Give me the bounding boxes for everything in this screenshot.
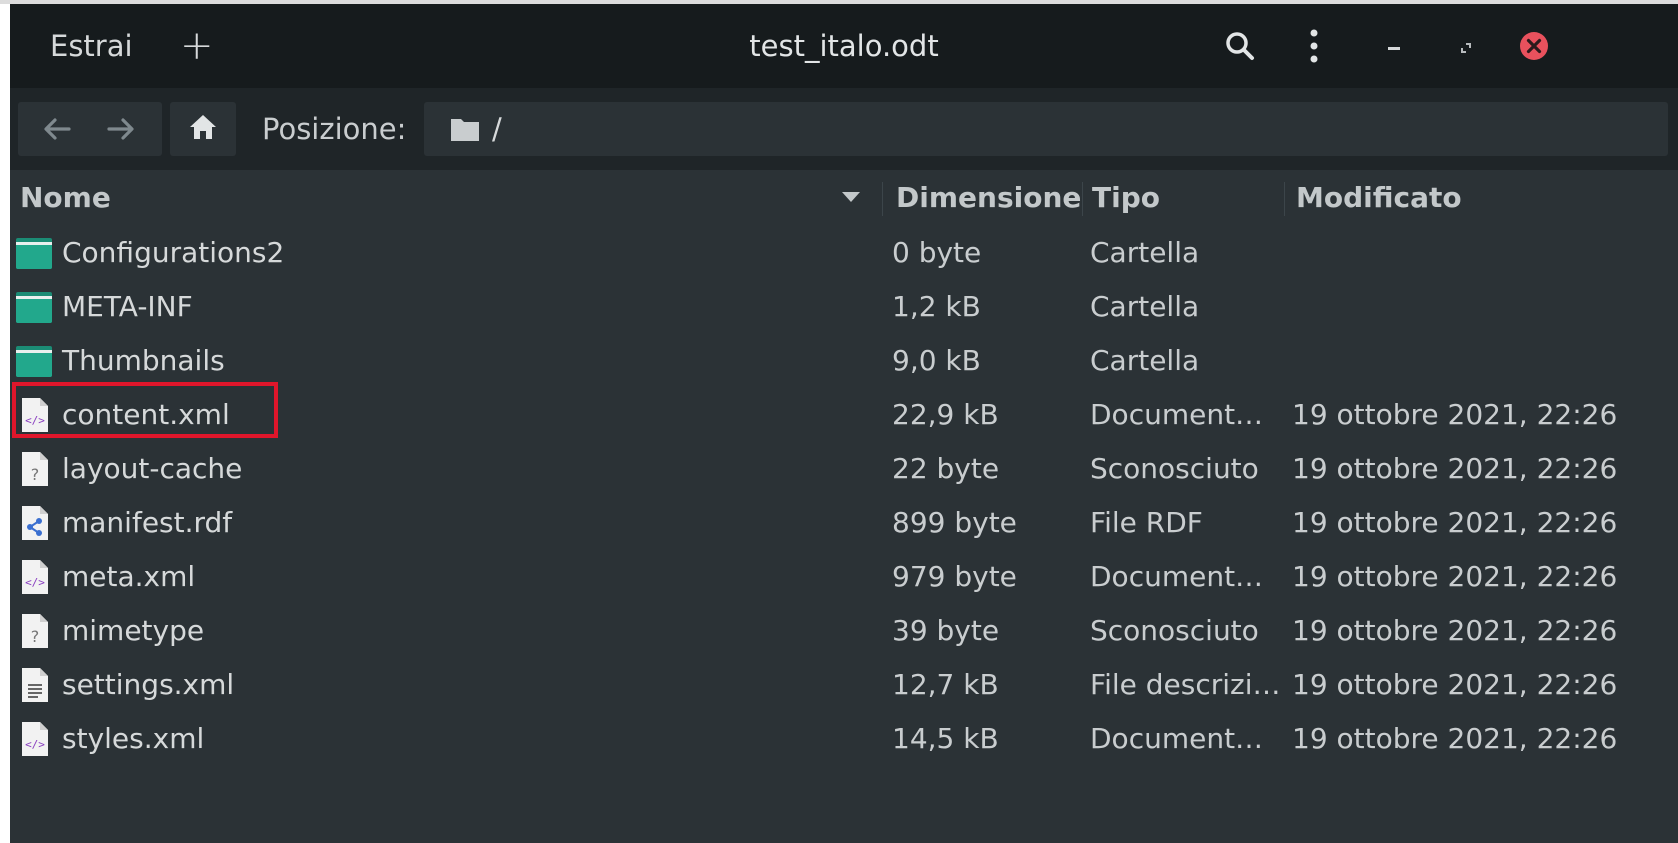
window-title: test_italo.odt bbox=[749, 29, 939, 63]
file-type: Cartella bbox=[1090, 236, 1200, 269]
file-type: Document… bbox=[1090, 560, 1264, 593]
file-row[interactable]: </> content.xml 22,9 kB Document… 19 ott… bbox=[10, 388, 1678, 442]
svg-text:?: ? bbox=[31, 465, 40, 484]
file-name: layout-cache bbox=[62, 452, 243, 485]
minimize-icon[interactable] bbox=[1376, 28, 1412, 64]
location-path: / bbox=[492, 112, 502, 146]
file-name: Configurations2 bbox=[62, 236, 285, 269]
file-name: mimetype bbox=[62, 614, 205, 647]
file-row[interactable]: </> meta.xml 979 byte Document… 19 ottob… bbox=[10, 550, 1678, 604]
location-label: Posizione: bbox=[262, 112, 407, 146]
folder-icon bbox=[14, 289, 54, 325]
svg-text:</>: </> bbox=[25, 576, 45, 589]
file-modified: 19 ottobre 2021, 22:26 bbox=[1292, 668, 1618, 701]
search-icon[interactable] bbox=[1222, 28, 1258, 64]
svg-text:</>: </> bbox=[25, 414, 45, 427]
file-size: 899 byte bbox=[892, 506, 1017, 539]
file-row[interactable]: Thumbnails 9,0 kB Cartella bbox=[10, 334, 1678, 388]
file-modified: 19 ottobre 2021, 22:26 bbox=[1292, 614, 1618, 647]
file-modified: 19 ottobre 2021, 22:26 bbox=[1292, 506, 1618, 539]
file-name: manifest.rdf bbox=[62, 506, 233, 539]
maximize-icon[interactable] bbox=[1446, 28, 1482, 64]
file-type: Document… bbox=[1090, 398, 1264, 431]
extract-button[interactable]: Estrai bbox=[50, 4, 133, 88]
file-type: File descrizi… bbox=[1090, 668, 1281, 701]
file-size: 979 byte bbox=[892, 560, 1017, 593]
file-modified: 19 ottobre 2021, 22:26 bbox=[1292, 452, 1618, 485]
file-row[interactable]: settings.xml 12,7 kB File descrizi… 19 o… bbox=[10, 658, 1678, 712]
file-size: 22 byte bbox=[892, 452, 1000, 485]
file-name: styles.xml bbox=[62, 722, 205, 755]
file-size: 12,7 kB bbox=[892, 668, 999, 701]
folder-icon bbox=[450, 116, 480, 146]
text-file-icon bbox=[14, 667, 54, 703]
file-type: Sconosciuto bbox=[1090, 452, 1259, 485]
home-icon bbox=[188, 113, 218, 145]
xml-file-icon: </> bbox=[14, 559, 54, 595]
close-icon[interactable] bbox=[1516, 28, 1552, 64]
column-divider bbox=[1284, 182, 1285, 216]
home-button[interactable] bbox=[170, 102, 236, 156]
svg-text:?: ? bbox=[31, 627, 40, 646]
file-size: 1,2 kB bbox=[892, 290, 981, 323]
location-path-field[interactable]: / bbox=[424, 102, 1668, 156]
file-name: META-INF bbox=[62, 290, 193, 323]
xml-file-icon: </> bbox=[14, 397, 54, 433]
file-row[interactable]: </> styles.xml 14,5 kB Document… 19 otto… bbox=[10, 712, 1678, 766]
file-row[interactable]: ? layout-cache 22 byte Sconosciuto 19 ot… bbox=[10, 442, 1678, 496]
header-bar: Estrai + test_italo.odt bbox=[10, 4, 1678, 88]
forward-arrow-icon[interactable] bbox=[90, 102, 152, 156]
file-list: Configurations2 0 byte Cartella META-INF… bbox=[10, 226, 1678, 766]
file-size: 9,0 kB bbox=[892, 344, 981, 377]
column-header-modified[interactable]: Modificato bbox=[1296, 170, 1462, 226]
navigation-buttons bbox=[18, 102, 162, 156]
file-name: settings.xml bbox=[62, 668, 235, 701]
xml-file-icon: </> bbox=[14, 721, 54, 757]
column-header-name[interactable]: Nome bbox=[20, 170, 111, 226]
file-modified: 19 ottobre 2021, 22:26 bbox=[1292, 722, 1618, 755]
file-name: meta.xml bbox=[62, 560, 196, 593]
file-size: 14,5 kB bbox=[892, 722, 999, 755]
add-files-button[interactable]: + bbox=[180, 4, 214, 88]
file-type: Document… bbox=[1090, 722, 1264, 755]
menu-kebab-icon[interactable] bbox=[1296, 28, 1332, 64]
sort-descending-icon[interactable] bbox=[842, 192, 860, 202]
file-name: Thumbnails bbox=[62, 344, 225, 377]
file-row[interactable]: ? mimetype 39 byte Sconosciuto 19 ottobr… bbox=[10, 604, 1678, 658]
file-size: 0 byte bbox=[892, 236, 982, 269]
folder-icon bbox=[14, 343, 54, 379]
column-divider bbox=[1082, 182, 1083, 216]
archive-manager-window: Estrai + test_italo.odt Posizione: / Nom… bbox=[10, 4, 1678, 843]
unknown-file-icon: ? bbox=[14, 613, 54, 649]
column-header-size[interactable]: Dimensione bbox=[896, 170, 1081, 226]
back-arrow-icon[interactable] bbox=[26, 102, 88, 156]
file-size: 39 byte bbox=[892, 614, 1000, 647]
unknown-file-icon: ? bbox=[14, 451, 54, 487]
file-row[interactable]: Configurations2 0 byte Cartella bbox=[10, 226, 1678, 280]
column-header-type[interactable]: Tipo bbox=[1092, 170, 1160, 226]
column-divider bbox=[882, 182, 883, 216]
file-type: Sconosciuto bbox=[1090, 614, 1259, 647]
file-type: File RDF bbox=[1090, 506, 1203, 539]
file-type: Cartella bbox=[1090, 344, 1200, 377]
file-modified: 19 ottobre 2021, 22:26 bbox=[1292, 398, 1618, 431]
rdf-file-icon bbox=[14, 505, 54, 541]
file-type: Cartella bbox=[1090, 290, 1200, 323]
folder-icon bbox=[14, 235, 54, 271]
file-row[interactable]: META-INF 1,2 kB Cartella bbox=[10, 280, 1678, 334]
location-bar: Posizione: / bbox=[10, 88, 1678, 170]
file-modified: 19 ottobre 2021, 22:26 bbox=[1292, 560, 1618, 593]
column-headers: Nome Dimensione Tipo Modificato bbox=[10, 170, 1678, 226]
file-name: content.xml bbox=[62, 398, 230, 431]
file-size: 22,9 kB bbox=[892, 398, 999, 431]
svg-text:</>: </> bbox=[25, 738, 45, 751]
file-row[interactable]: manifest.rdf 899 byte File RDF 19 ottobr… bbox=[10, 496, 1678, 550]
